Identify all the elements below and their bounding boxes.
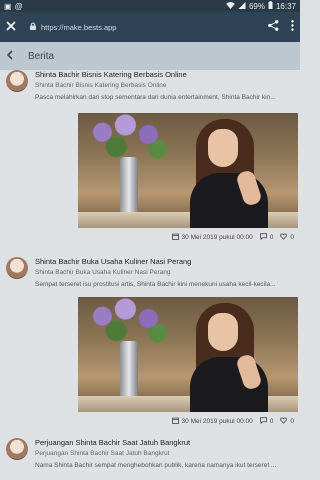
news-item[interactable]: Shinta Bachir Buka Usaha Kuliner Nasi Pe…: [0, 257, 300, 425]
news-item[interactable]: Shinta Bachir Bisnis Katering Berbasis O…: [0, 70, 300, 241]
news-excerpt: Pasca melahirkan dan stop sementara dari…: [35, 94, 276, 101]
app-bar: Berita: [0, 42, 300, 70]
flower-arrangement: [84, 297, 176, 345]
heart-icon[interactable]: [280, 233, 288, 242]
back-arrow-icon[interactable]: [6, 47, 14, 65]
woman-figure: [182, 119, 274, 228]
avatar: [6, 70, 28, 92]
avatar: [6, 257, 28, 279]
share-icon[interactable]: [268, 18, 279, 36]
heart-icon[interactable]: [280, 417, 288, 426]
news-meta: 30 Mei 2019 pukul 00:00 0 0: [171, 417, 294, 426]
overflow-menu-icon[interactable]: [291, 18, 294, 36]
avatar: [6, 438, 28, 460]
lock-icon: [30, 22, 36, 32]
calendar-icon: [171, 233, 179, 242]
news-subtitle: Shinta Bachir Bisnis Katering Berbasis O…: [35, 82, 167, 89]
news-feed: Shinta Bachir Bisnis Katering Berbasis O…: [0, 70, 300, 480]
news-title[interactable]: Shinta Bachir Bisnis Katering Berbasis O…: [35, 70, 187, 79]
image-notification-icon: ▣: [4, 1, 12, 11]
calendar-icon: [171, 417, 179, 426]
news-date: 30 Mei 2019 pukul 00:00: [181, 418, 253, 425]
woman-figure: [182, 303, 274, 412]
news-date: 30 Mei 2019 pukul 00:00: [181, 234, 253, 241]
news-subtitle: Perjuangan Shinta Bachir Saat Jatuh Bang…: [35, 450, 170, 457]
page-title: Berita: [28, 50, 55, 62]
flower-arrangement: [84, 113, 176, 161]
like-count: 0: [290, 234, 294, 241]
status-time: 16:37: [275, 1, 296, 11]
news-excerpt: Sempat terseret isu prostitusi artis, Sh…: [35, 281, 276, 288]
comment-icon: [259, 233, 267, 242]
browser-toolbar: https://make.bests.app: [0, 12, 300, 42]
news-title[interactable]: Shinta Bachir Buka Usaha Kuliner Nasi Pe…: [35, 257, 191, 266]
signal-icon: [238, 1, 246, 11]
news-subtitle: Shinta Bachir Buka Usaha Kuliner Nasi Pe…: [35, 269, 171, 276]
comment-icon: [259, 417, 267, 426]
news-excerpt: Nama Shinta Bachir sempat menghebohkan p…: [35, 462, 277, 469]
news-photo[interactable]: [78, 113, 298, 228]
at-notification-icon: @: [14, 1, 23, 11]
wifi-icon: [226, 1, 235, 11]
like-count: 0: [290, 418, 294, 425]
news-item[interactable]: Perjuangan Shinta Bachir Saat Jatuh Bang…: [0, 438, 300, 478]
news-meta: 30 Mei 2019 pukul 00:00 0 0: [171, 233, 294, 242]
close-icon[interactable]: [6, 18, 16, 36]
battery-percent: 69%: [248, 1, 265, 11]
vase: [120, 157, 138, 217]
vase: [120, 341, 138, 401]
news-photo[interactable]: [78, 297, 298, 412]
comment-count: 0: [269, 234, 274, 241]
url-display[interactable]: https://make.bests.app: [30, 22, 116, 32]
comment-count: 0: [269, 418, 274, 425]
news-title[interactable]: Perjuangan Shinta Bachir Saat Jatuh Bang…: [35, 438, 190, 447]
url-text: https://make.bests.app: [41, 22, 117, 32]
status-bar: ▣ @ 69% 16:37: [0, 0, 300, 12]
battery-icon: [268, 1, 273, 11]
